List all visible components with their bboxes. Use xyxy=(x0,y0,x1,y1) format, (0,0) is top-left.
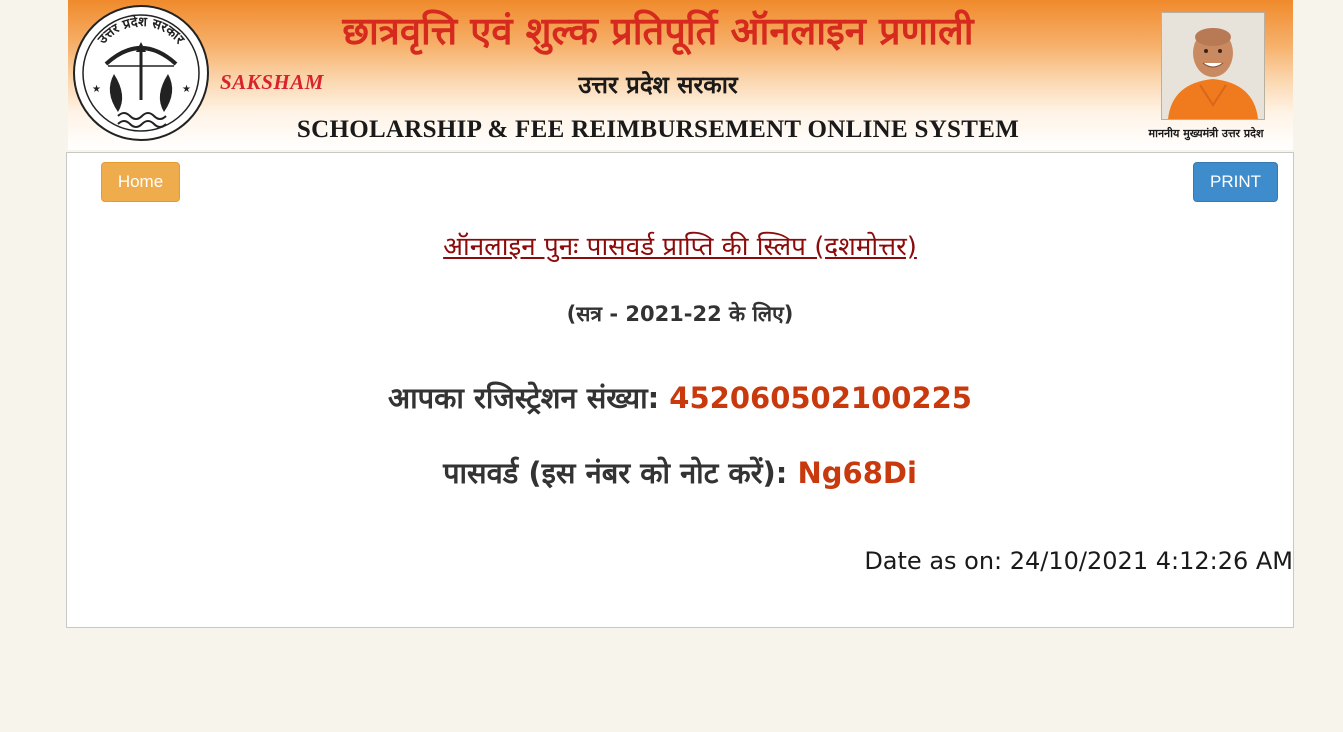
page: उत्तर प्रदेश सरकार ★ ★ SAKSHAM छात्रवृत्… xyxy=(0,0,1343,732)
government-subtitle: उत्तर प्रदेश सरकार xyxy=(578,71,738,99)
slip-panel: Home PRINT ऑनलाइन पुनः पासवर्ड प्राप्ति … xyxy=(66,152,1294,628)
home-button[interactable]: Home xyxy=(101,162,180,202)
up-government-emblem-icon: उत्तर प्रदेश सरकार ★ ★ xyxy=(73,5,209,141)
registration-number: 452060502100225 xyxy=(669,381,972,415)
portrait-icon xyxy=(1162,13,1264,119)
portal-title-english: SCHOLARSHIP & FEE REIMBURSEMENT ONLINE S… xyxy=(296,116,1020,143)
chief-minister-photo xyxy=(1161,12,1265,120)
registration-row: आपका रजिस्ट्रेशन संख्या: 452060502100225 xyxy=(67,378,1293,417)
svg-text:★: ★ xyxy=(92,84,101,95)
print-button[interactable]: PRINT xyxy=(1193,162,1278,202)
registration-label: आपका रजिस्ट्रेशन संख्या: xyxy=(388,381,660,415)
portal-title-hindi: छात्रवृत्ति एवं शुल्क प्रतिपूर्ति ऑनलाइन… xyxy=(342,9,974,53)
svg-text:★: ★ xyxy=(182,84,191,95)
session-label: (सत्र - 2021-22 के लिए) xyxy=(566,302,794,326)
chief-minister-caption: माननीय मुख्यमंत्री उत्तर प्रदेश xyxy=(1148,127,1264,140)
brand-saksham: SAKSHAM xyxy=(220,70,324,94)
password-value: Ng68Di xyxy=(797,456,917,490)
password-label: पासवर्ड (इस नंबर को नोट करें): xyxy=(443,456,788,490)
password-row: पासवर्ड (इस नंबर को नोट करें): Ng68Di xyxy=(67,453,1293,492)
date-stamp: Date as on: 24/10/2021 4:12:26 AM xyxy=(864,547,1293,575)
header-banner: उत्तर प्रदेश सरकार ★ ★ SAKSHAM छात्रवृत्… xyxy=(68,0,1293,150)
slip-title: ऑनलाइन पुनः पासवर्ड प्राप्ति की स्लिप (द… xyxy=(443,232,917,262)
